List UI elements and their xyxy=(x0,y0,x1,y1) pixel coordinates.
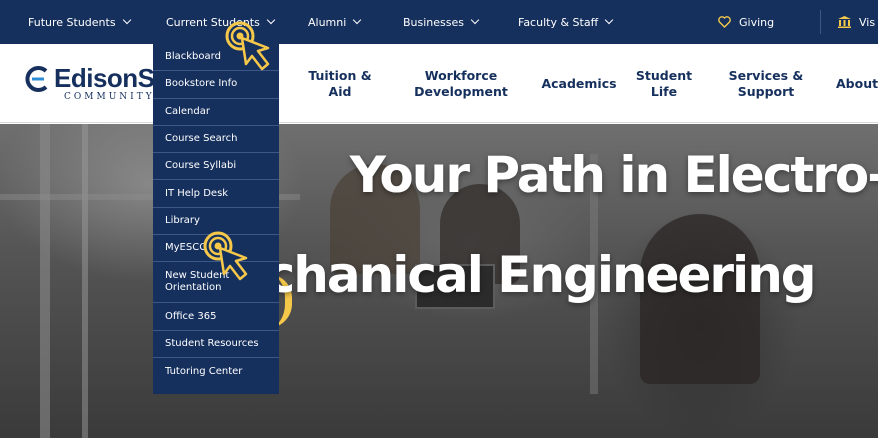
topnav-faculty-staff[interactable]: Faculty & Staff xyxy=(518,0,614,44)
menu-item-blackboard[interactable]: Blackboard xyxy=(153,44,279,72)
topbar-divider xyxy=(820,10,821,34)
chevron-down-icon xyxy=(353,15,362,25)
visit-label: Vis xyxy=(859,15,876,29)
menu-item-tutoring-center[interactable]: Tutoring Center xyxy=(153,358,279,385)
current-students-dropdown: Blackboard Bookstore Info Calendar Cours… xyxy=(153,44,279,394)
mainnav-about[interactable]: About xyxy=(836,44,878,123)
topnav-alumni[interactable]: Alumni xyxy=(308,0,362,44)
topnav-current-students[interactable]: Current Students xyxy=(166,0,276,44)
topnav-future-students[interactable]: Future Students xyxy=(28,0,131,44)
hero-title-line1: Your Path in Electro- xyxy=(349,146,878,204)
chevron-down-icon xyxy=(266,15,276,25)
hero-title-line2: Mechanical Engineering xyxy=(186,246,817,304)
visit-link[interactable]: Vis xyxy=(838,0,875,44)
college-logo[interactable]: EdisonSt COMMUNITY C xyxy=(24,63,167,104)
menu-item-course-syllabi[interactable]: Course Syllabi xyxy=(153,153,279,181)
logo-swoosh-icon xyxy=(25,66,48,92)
mainnav-workforce-development[interactable]: Workforce Development xyxy=(408,44,514,123)
logo-wordmark: EdisonSt xyxy=(54,63,163,93)
hero-photo-detail xyxy=(40,124,50,438)
menu-item-course-search[interactable]: Course Search xyxy=(153,126,279,154)
menu-item-library[interactable]: Library xyxy=(153,208,279,236)
building-icon xyxy=(838,16,851,28)
topnav-label: Faculty & Staff xyxy=(518,15,599,29)
heart-icon xyxy=(718,16,731,28)
chevron-down-icon xyxy=(604,15,614,25)
mainnav-student-life[interactable]: Student Life xyxy=(628,44,700,123)
mainnav-tuition-aid[interactable]: Tuition & Aid xyxy=(300,44,380,123)
topnav-label: Businesses xyxy=(403,15,465,29)
menu-item-office-365[interactable]: Office 365 xyxy=(153,303,279,331)
topnav-label: Future Students xyxy=(28,15,116,29)
menu-item-it-help-desk[interactable]: IT Help Desk xyxy=(153,180,279,208)
mainnav-academics[interactable]: Academics xyxy=(540,44,618,123)
chevron-down-icon xyxy=(470,15,480,25)
mainnav-services-support[interactable]: Services & Support xyxy=(724,44,808,123)
giving-link[interactable]: Giving xyxy=(718,0,774,44)
utility-bar: Future Students Current Students Alumni … xyxy=(0,0,878,44)
menu-item-bookstore-info[interactable]: Bookstore Info xyxy=(153,71,279,99)
menu-item-new-student-orientation[interactable]: New Student Orientation xyxy=(153,262,279,304)
hero-photo-detail xyxy=(82,124,88,438)
chevron-down-icon xyxy=(122,15,131,25)
menu-item-student-resources[interactable]: Student Resources xyxy=(153,331,279,358)
topnav-label: Alumni xyxy=(308,15,347,29)
menu-item-myescc[interactable]: MyESCC xyxy=(153,235,279,263)
topnav-businesses[interactable]: Businesses xyxy=(403,0,480,44)
menu-item-calendar[interactable]: Calendar xyxy=(153,99,279,126)
main-header: EdisonSt COMMUNITY C s Tuition & Aid Wor… xyxy=(0,44,878,123)
topnav-label: Current Students xyxy=(166,15,260,29)
giving-label: Giving xyxy=(739,15,775,29)
